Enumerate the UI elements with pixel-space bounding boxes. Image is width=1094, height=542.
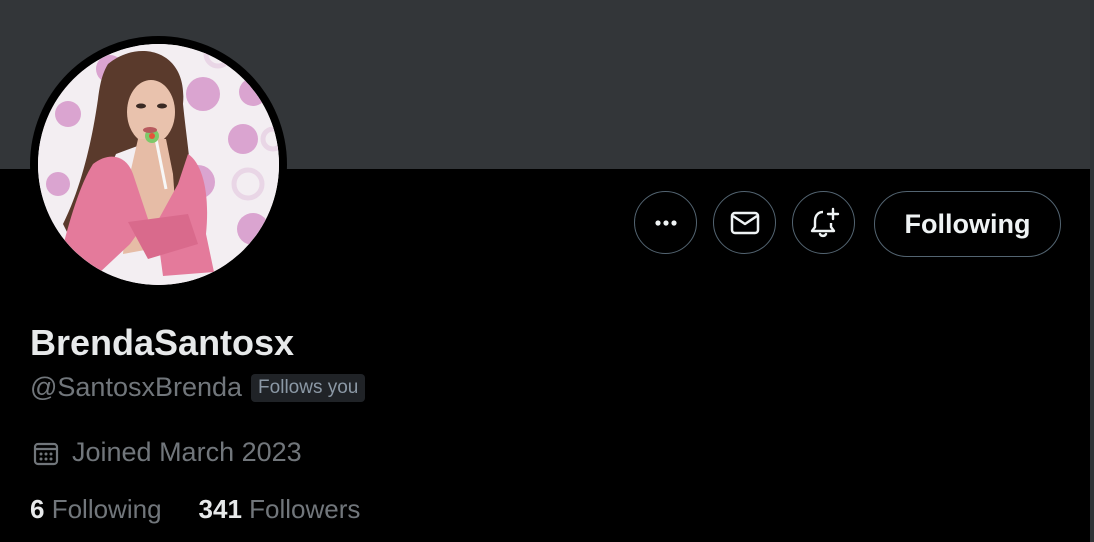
envelope-icon <box>730 211 759 234</box>
following-label: Following <box>51 494 162 524</box>
more-button[interactable] <box>634 191 697 254</box>
following-count: 6 <box>30 494 45 524</box>
display-name: BrendaSantosx <box>30 322 295 363</box>
joined-row: Joined March 2023 <box>32 437 302 468</box>
scrollbar-track[interactable] <box>1090 0 1094 542</box>
followers-stat[interactable]: 341 Followers <box>199 494 361 525</box>
more-horizontal-icon <box>654 219 677 226</box>
following-stat[interactable]: 6 Following <box>30 494 162 525</box>
follows-you-badge: Follows you <box>251 373 366 402</box>
followers-label: Followers <box>249 494 361 524</box>
calendar-icon <box>33 442 59 465</box>
handle: @SantosxBrenda <box>30 372 243 402</box>
avatar-image <box>38 44 279 285</box>
handle-row: @SantosxBrenda Follows you <box>30 372 366 403</box>
joined-date: Joined March 2023 <box>72 437 302 467</box>
message-button[interactable] <box>713 191 776 254</box>
avatar[interactable] <box>38 44 279 285</box>
bell-plus-icon <box>810 207 839 237</box>
profile-actions <box>634 191 855 254</box>
following-button[interactable]: Following <box>874 191 1061 257</box>
follow-stats: 6 Following 341 Followers <box>30 494 360 525</box>
followers-count: 341 <box>198 494 242 524</box>
following-button-label: Following <box>904 208 1031 239</box>
notify-button[interactable] <box>792 191 855 254</box>
